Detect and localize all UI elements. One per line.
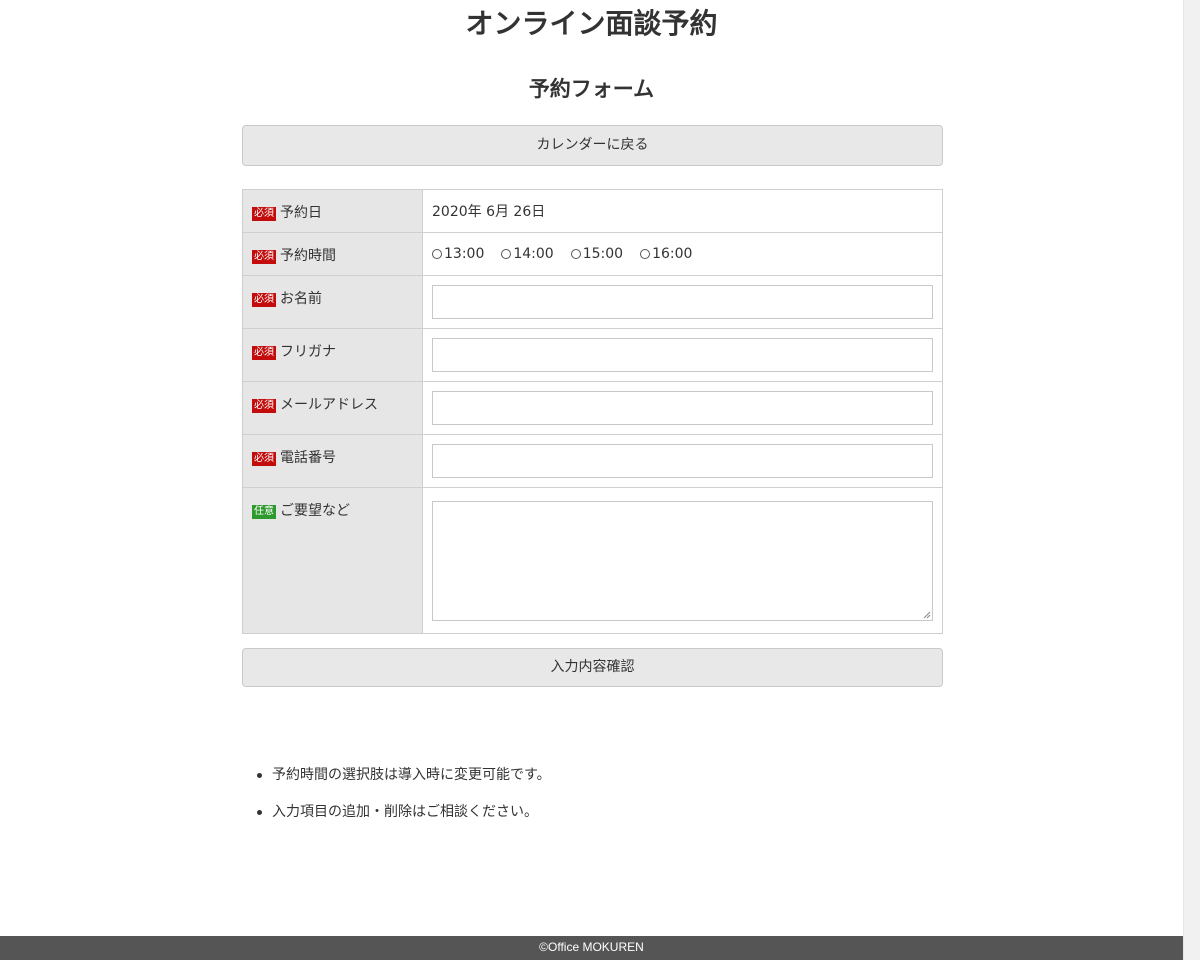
page: オンライン面談予約 予約フォーム カレンダーに戻る 必須 予約日 2020年 6月… [0,0,1200,960]
radio-label: 16:00 [652,246,693,262]
resize-grip-icon[interactable] [923,611,931,619]
form-row-email: 必須 メールアドレス [242,381,943,435]
reservation-date-value: 2020年 6月 26日 [432,204,546,220]
field-value-cell [422,434,943,488]
date-label: 予約日 [280,205,322,221]
field-label-cell: 必須 メールアドレス [242,381,423,435]
copyright-text: ©Office MOKUREN [539,940,644,954]
time-option-1400[interactable]: 14:00 [501,246,554,262]
requests-textarea[interactable] [432,500,933,621]
back-to-calendar-button[interactable]: カレンダーに戻る [242,125,943,166]
field-label-cell: 必須 予約時間 [242,232,423,276]
field-value-cell: 2020年 6月 26日 [422,189,943,233]
required-badge: 必須 [252,207,276,221]
form-row-time: 必須 予約時間 13:00 14:00 15:00 16:00 [242,232,943,276]
name-input[interactable] [432,285,933,319]
phone-label: 電話番号 [280,450,336,466]
radio-label: 15:00 [582,246,624,262]
notes-list: 予約時間の選択肢は導入時に変更可能です。 入力項目の追加・削除はご相談ください。 [254,758,551,832]
radio-button[interactable] [570,249,581,259]
field-value-cell [422,328,943,382]
footer: ©Office MOKUREN [0,936,1183,960]
required-badge: 必須 [252,452,276,466]
required-badge: 必須 [252,293,276,307]
time-radio-group: 13:00 14:00 15:00 16:00 [432,246,933,262]
confirm-input-button[interactable]: 入力内容確認 [242,648,943,687]
reservation-form-table: 必須予約日 2020年 6月 26日 必須予約時間 13:00 14:00 [242,189,943,634]
radio-button[interactable] [432,249,442,259]
form-row-name: 必須 お名前 [242,275,943,329]
form-row-phone: 必須 電話番号 [242,434,943,488]
field-value-cell [422,487,943,634]
furigana-label: フリガナ [280,344,336,360]
list-item: 予約時間の選択肢は導入時に変更可能です。 [254,758,551,795]
field-value-cell: 13:00 14:00 15:00 16:00 [422,232,943,276]
field-label-cell: 必須 予約日 [242,189,423,233]
furigana-input[interactable] [432,338,933,372]
vertical-scrollbar[interactable] [1183,0,1200,960]
required-badge: 必須 [252,250,276,264]
form-row-furigana: 必須 フリガナ [242,328,943,382]
requests-label: ご要望など [280,503,350,519]
name-label: お名前 [280,291,322,307]
field-label-cell: 必須 フリガナ [242,328,423,382]
email-input[interactable] [432,391,933,425]
radio-button[interactable] [501,249,512,259]
field-label-cell: 必須 電話番号 [242,434,423,488]
time-option-1500[interactable]: 15:00 [570,246,624,262]
field-value-cell [422,381,943,435]
time-option-1300[interactable]: 13:00 [432,246,484,262]
form-row-requests: 任意 ご要望など [242,487,943,634]
required-badge: 必須 [252,346,276,360]
list-item: 入力項目の追加・削除はご相談ください。 [254,795,551,832]
radio-button[interactable] [640,249,651,259]
form-title: 予約フォーム [528,77,655,101]
form-row-date: 必須 予約日 2020年 6月 26日 [242,189,943,233]
radio-label: 14:00 [513,246,554,262]
time-option-1600[interactable]: 16:00 [640,246,692,262]
required-badge: 必須 [252,399,276,413]
time-label: 予約時間 [280,248,336,264]
field-label-cell: 必須 お名前 [242,275,423,329]
optional-badge: 任意 [252,505,276,519]
field-label-cell: 任意 ご要望など [242,487,423,634]
page-title: オンライン面談予約 [465,7,718,40]
phone-input[interactable] [432,444,933,478]
field-value-cell [422,275,943,329]
radio-label: 13:00 [444,246,485,262]
email-label: メールアドレス [280,397,378,413]
